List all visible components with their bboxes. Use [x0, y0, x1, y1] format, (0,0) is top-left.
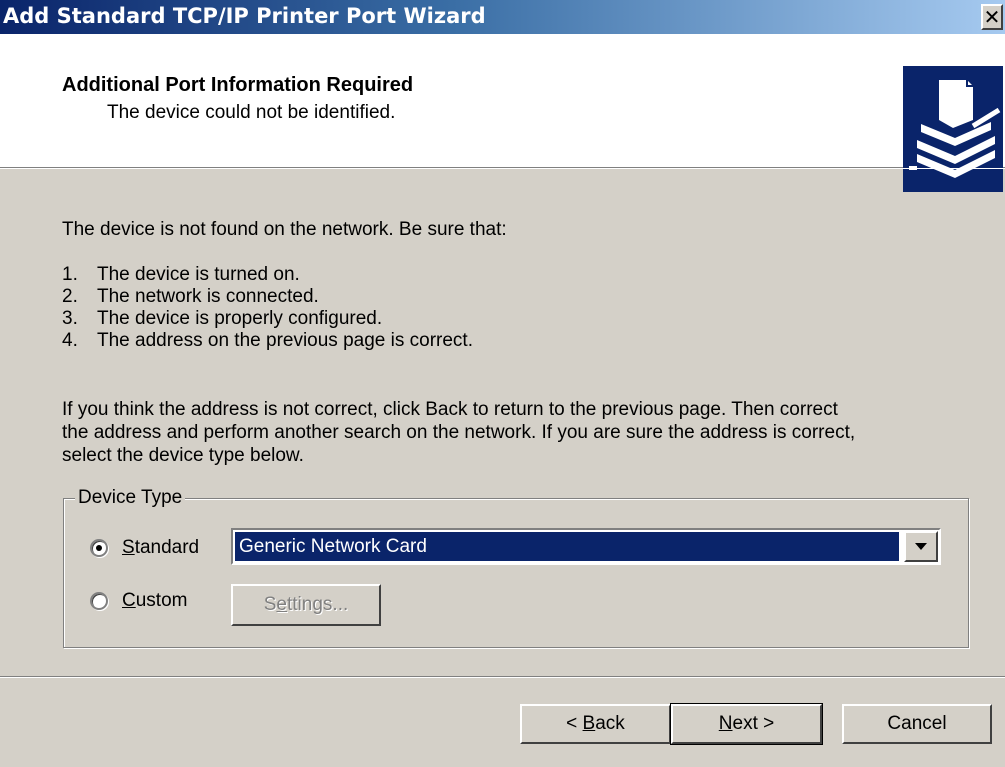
- custom-mnemonic: C: [122, 590, 136, 611]
- standard-label-rest: tandard: [134, 537, 200, 558]
- next-mnemonic: N: [718, 713, 733, 734]
- back-label-rest: ack: [595, 713, 625, 734]
- settings-button[interactable]: Se ttings...: [231, 584, 381, 626]
- dropdown-button[interactable]: [904, 531, 938, 562]
- printer-port-icon: [903, 66, 1003, 192]
- custom-radio-label[interactable]: Custom: [122, 590, 187, 612]
- standard-mnemonic: S: [122, 537, 135, 558]
- standard-radio-label[interactable]: Standard: [122, 537, 199, 559]
- list-number: 4.: [62, 330, 78, 351]
- back-mnemonic: B: [582, 713, 596, 734]
- custom-label-rest: ustom: [135, 590, 188, 611]
- list-text: The network is connected.: [97, 286, 319, 307]
- list-text: The device is properly configured.: [97, 308, 383, 329]
- list-item: 1. The device is turned on.: [62, 264, 473, 286]
- intro-text: The device is not found on the network. …: [62, 219, 507, 240]
- list-item: 2. The network is connected.: [62, 286, 473, 308]
- paragraph-line: select the device type below.: [62, 445, 304, 466]
- checklist: 1. The device is turned on. 2. The netwo…: [62, 264, 473, 352]
- list-text: The address on the previous page is corr…: [97, 330, 473, 351]
- close-button[interactable]: ✕: [981, 4, 1003, 30]
- next-button[interactable]: Next >: [670, 703, 823, 745]
- back-button[interactable]: < Back: [520, 704, 671, 744]
- paragraph-line: If you think the address is not correct,…: [62, 399, 838, 420]
- list-item: 4. The address on the previous page is c…: [62, 330, 473, 352]
- list-number: 1.: [62, 264, 78, 285]
- cancel-button[interactable]: Cancel: [842, 704, 992, 744]
- settings-mnemonic: e: [276, 594, 287, 615]
- page-subtitle: The device could not be identified.: [107, 102, 396, 123]
- back-prefix: <: [566, 713, 583, 734]
- page-title: Additional Port Information Required: [62, 74, 414, 96]
- standard-device-select[interactable]: Generic Network Card: [231, 528, 941, 565]
- standard-radio[interactable]: [90, 539, 108, 557]
- next-label-rest: ext >: [732, 713, 775, 734]
- title-bar: Add Standard TCP/IP Printer Port Wizard …: [0, 0, 1005, 34]
- close-icon: ✕: [983, 5, 1001, 29]
- device-type-legend: Device Type: [75, 487, 186, 509]
- standard-device-value: Generic Network Card: [235, 532, 899, 561]
- custom-radio[interactable]: [90, 592, 108, 610]
- settings-label-before: S: [263, 594, 277, 615]
- list-number: 3.: [62, 308, 78, 329]
- window-title: Add Standard TCP/IP Printer Port Wizard: [3, 4, 486, 28]
- paragraph-line: the address and perform another search o…: [62, 422, 856, 443]
- footer-separator: [0, 676, 1005, 678]
- wizard-header: Additional Port Information Required The…: [0, 34, 1005, 192]
- instruction-paragraph: If you think the address is not correct,…: [62, 398, 855, 467]
- settings-label-after: ttings...: [287, 594, 349, 615]
- list-number: 2.: [62, 286, 78, 307]
- list-item: 3. The device is properly configured.: [62, 308, 473, 330]
- chevron-down-icon: [915, 543, 927, 550]
- list-text: The device is turned on.: [97, 264, 300, 285]
- device-type-group: [63, 498, 969, 648]
